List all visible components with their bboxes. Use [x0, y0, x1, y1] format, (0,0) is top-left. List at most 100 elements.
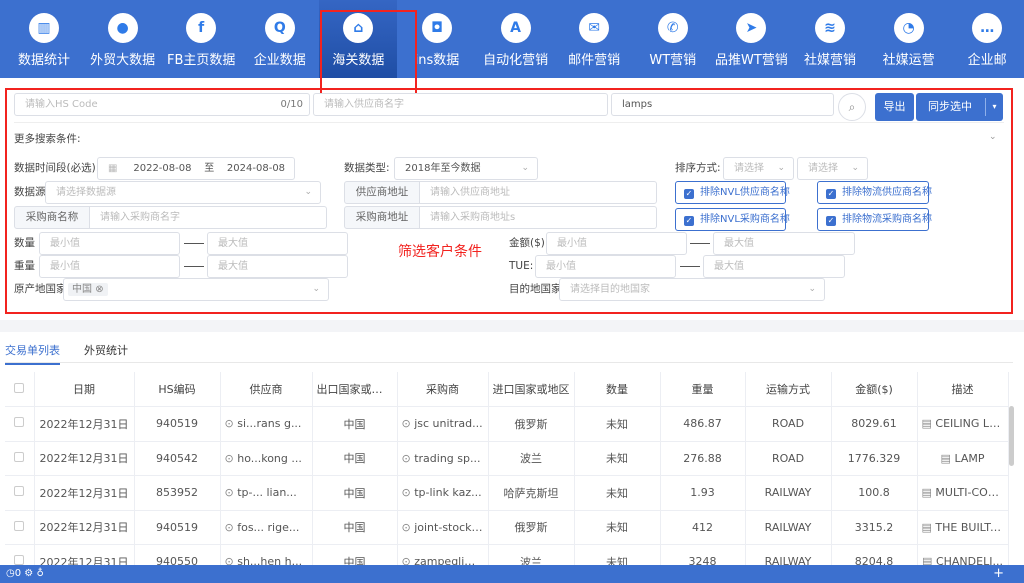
select-all-checkbox[interactable]: [5, 372, 35, 407]
quantity-max-input[interactable]: 最大值: [207, 232, 348, 255]
table-cell: 2022年12月31日: [34, 406, 135, 442]
cell-text: 2022年12月31日: [39, 486, 129, 500]
tab-trade-stats[interactable]: 外贸统计: [84, 342, 128, 358]
column-header[interactable]: 日期: [34, 372, 135, 407]
nav-item[interactable]: Q 企业数据: [241, 0, 319, 78]
nav-item[interactable]: A 自动化营销: [477, 0, 555, 78]
data-type-select[interactable]: 2018年至今数据 ⌄: [394, 157, 538, 180]
search-icon[interactable]: ⊙: [225, 452, 234, 465]
column-header[interactable]: 运输方式: [745, 372, 832, 407]
table-row[interactable]: 2022年12月31日 853952 ⊙ tp-... lian... 中国 ⊙ tp-…: [5, 475, 1009, 511]
table-cell[interactable]: ⊙ fos... rige...: [220, 510, 313, 545]
dest-country-select[interactable]: 请选择目的地国家 ⌄: [559, 278, 825, 301]
search-icon[interactable]: ⊙: [402, 452, 411, 465]
column-header[interactable]: 供应商: [220, 372, 313, 407]
tue-min-input[interactable]: 最小值: [535, 255, 676, 278]
nav-item[interactable]: ● 外贸大数据: [84, 0, 162, 78]
column-header[interactable]: 采购商: [397, 372, 489, 407]
table-row[interactable]: 2022年12月31日 940519 ⊙ fos... rige... 中国 ⊙ joi…: [5, 510, 1009, 545]
search-icon[interactable]: ⊙: [225, 521, 234, 534]
row-checkbox[interactable]: [5, 406, 35, 442]
table-cell[interactable]: ⊙ tp-link kaz...: [397, 475, 489, 511]
nav-item[interactable]: f FB主页数据: [162, 0, 240, 78]
nav-item[interactable]: ✉ 邮件营销: [555, 0, 633, 78]
robot-icon[interactable]: ♁: [36, 568, 43, 579]
column-header[interactable]: 描述: [917, 372, 1009, 407]
keyword-input[interactable]: lamps: [611, 93, 834, 116]
weight-min-input[interactable]: 最小值: [39, 255, 180, 278]
settings-icon[interactable]: ⚙: [24, 568, 33, 579]
row-checkbox[interactable]: [5, 475, 35, 511]
nav-item[interactable]: ◘ ins数据: [398, 0, 476, 78]
column-header[interactable]: 数量: [574, 372, 661, 407]
weight-max-input[interactable]: 最大值: [207, 255, 348, 278]
exclude-nvl-buyer-checkbox[interactable]: ✓ 排除NVL采购商名称: [675, 208, 790, 231]
search-icon[interactable]: ⊙: [402, 417, 411, 430]
hs-code-input[interactable]: 请输入HS Code 0/10: [14, 93, 310, 116]
column-header[interactable]: 重量: [660, 372, 746, 407]
row-checkbox[interactable]: [5, 510, 35, 545]
column-header[interactable]: 金额($): [831, 372, 918, 407]
table-row[interactable]: 2022年12月31日 940542 ⊙ ho...kong ... 中国 ⊙ trad…: [5, 441, 1009, 476]
table-cell[interactable]: ⊙ jsc unitrad...: [397, 406, 489, 442]
table-row[interactable]: 2022年12月31日 940519 ⊙ si...rans g... 中国 ⊙ jsc…: [5, 406, 1009, 442]
cell-text: 940542: [156, 451, 198, 465]
column-header[interactable]: HS编码: [134, 372, 221, 407]
sync-label: 同步选中: [928, 100, 972, 113]
row-checkbox[interactable]: [5, 441, 35, 476]
supplier-address-input[interactable]: 请输入供应商地址: [419, 181, 657, 204]
cell-text: 俄罗斯: [514, 521, 548, 535]
checkbox-label: 排除NVL采购商名称: [700, 214, 790, 225]
search-icon[interactable]: ⊙: [225, 486, 234, 499]
sync-selected-button[interactable]: 同步选中 ▾: [916, 93, 1003, 121]
top-nav: ▥ 数据统计 ● 外贸大数据 f FB主页数据 Q 企业数据 ⌂ 海关数据 ◘ ins数据 A 自动化营销…: [0, 0, 1024, 78]
sort-select-2[interactable]: 请选择 ⌄: [797, 157, 868, 180]
table-cell: 276.88: [660, 441, 746, 476]
table-cell[interactable]: ⊙ tp-... lian...: [220, 475, 313, 511]
nav-item[interactable]: ✆ WT营销: [634, 0, 712, 78]
column-header[interactable]: 出口国家或地区: [312, 372, 398, 407]
sort-placeholder: 请选择: [808, 163, 838, 174]
exclude-logistics-supplier-checkbox[interactable]: ✓ 排除物流供应商名称: [817, 181, 932, 204]
supplier-input[interactable]: 请输入供应商名字: [313, 93, 608, 116]
table-cell: 2022年12月31日: [34, 510, 135, 545]
origin-country-select[interactable]: 中国 ⊗ ⌄: [63, 278, 329, 301]
chevron-down-icon[interactable]: ▾: [985, 98, 1003, 116]
nav-item[interactable]: … 企业邮: [948, 0, 1024, 78]
quantity-min-input[interactable]: 最小值: [39, 232, 180, 255]
table-cell[interactable]: ⊙ si...rans g...: [220, 406, 313, 442]
nav-item[interactable]: ➤ 品推WT营销: [712, 0, 790, 78]
add-icon[interactable]: +: [993, 565, 1004, 583]
nav-item[interactable]: ≋ 社媒营销: [791, 0, 869, 78]
collapse-chevron-icon[interactable]: ⌄: [989, 132, 997, 142]
column-header[interactable]: 进口国家或地区: [488, 372, 575, 407]
table-cell[interactable]: ⊙ trading sp...: [397, 441, 489, 476]
export-button[interactable]: 导出: [875, 93, 914, 121]
search-icon[interactable]: ⊙: [402, 521, 411, 534]
search-icon[interactable]: ⊙: [402, 486, 411, 499]
nav-label: 海关数据: [332, 53, 385, 68]
table-cell: ▤ MULTI-COL...: [917, 475, 1009, 511]
sort-select-1[interactable]: 请选择 ⌄: [723, 157, 794, 180]
amount-max-input[interactable]: 最大值: [713, 232, 855, 255]
table-cell[interactable]: ⊙ joint-stock ...: [397, 510, 489, 545]
table-scrollbar[interactable]: [1009, 406, 1014, 466]
table-cell[interactable]: ⊙ ho...kong ...: [220, 441, 313, 476]
search-icon[interactable]: ⊙: [225, 417, 234, 430]
source-select[interactable]: 请选择数据源 ⌄: [45, 181, 321, 204]
exclude-nvl-supplier-checkbox[interactable]: ✓ 排除NVL供应商名称: [675, 181, 790, 204]
table-cell: 波兰: [488, 441, 575, 476]
nav-item[interactable]: ◔ 社媒运营: [870, 0, 948, 78]
amount-min-input[interactable]: 最小值: [546, 232, 687, 255]
nav-item[interactable]: ⌂ 海关数据: [319, 0, 398, 78]
cell-text: 1.93: [690, 486, 715, 500]
nav-item[interactable]: ▥ 数据统计: [5, 0, 83, 78]
exclude-logistics-buyer-checkbox[interactable]: ✓ 排除物流采购商名称: [817, 208, 932, 231]
date-range-picker[interactable]: ▦ 2022-08-08 至 2024-08-08: [97, 157, 295, 180]
buyer-address-input[interactable]: 请输入采购商地址s: [419, 206, 657, 229]
buyer-name-input[interactable]: 请输入采购商名字: [89, 206, 327, 229]
search-button[interactable]: ⌕: [838, 93, 866, 121]
tue-max-input[interactable]: 最大值: [703, 255, 845, 278]
country-tag[interactable]: 中国 ⊗: [68, 283, 108, 296]
tag-close-icon[interactable]: ⊗: [95, 284, 103, 295]
